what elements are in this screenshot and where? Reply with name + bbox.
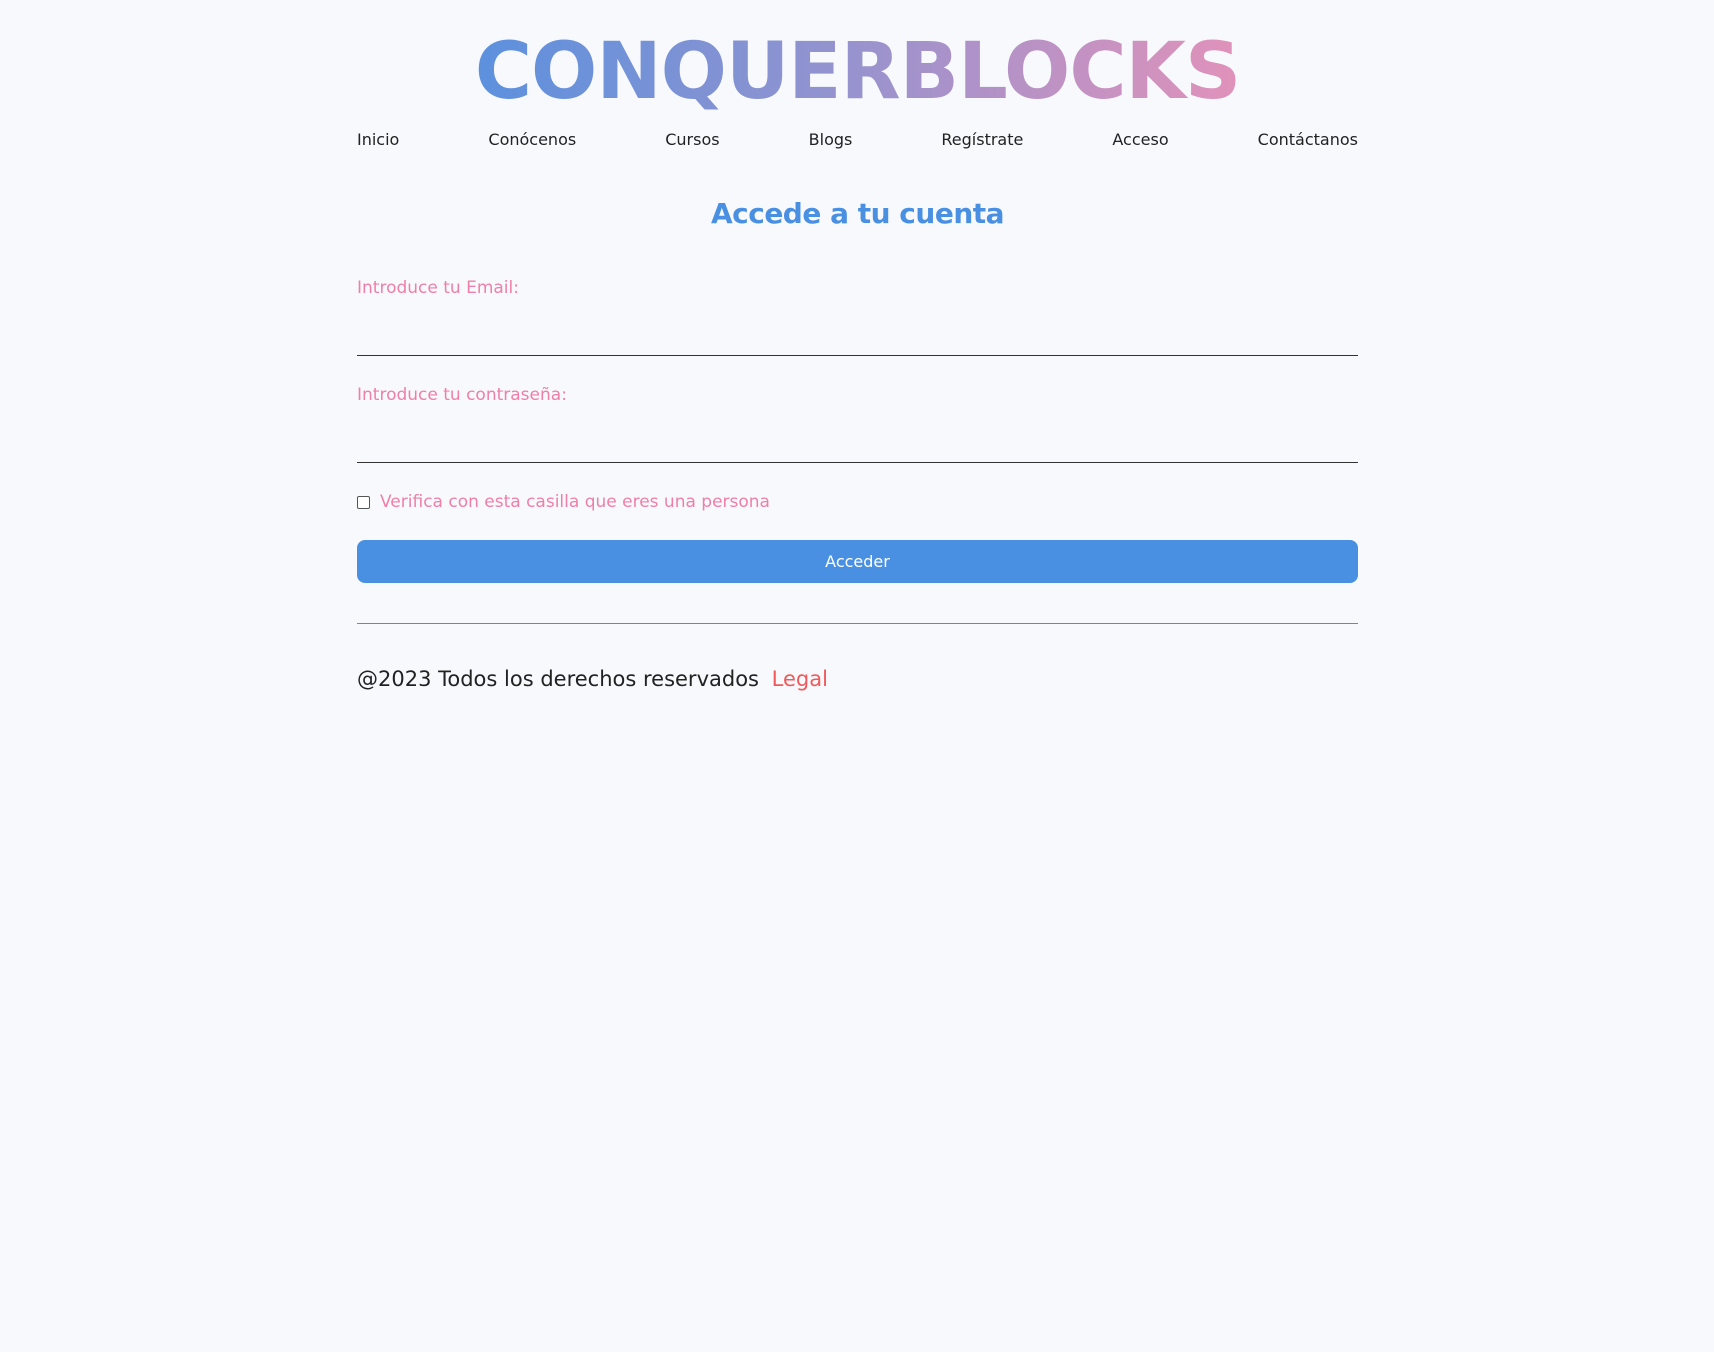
nav-item-registrate[interactable]: Regístrate [941, 128, 1023, 152]
copyright-text: @2023 Todos los derechos reservados [357, 667, 759, 691]
nav-item-inicio[interactable]: Inicio [357, 128, 399, 152]
footer-divider [357, 623, 1358, 624]
nav-item-cursos[interactable]: Cursos [665, 128, 719, 152]
password-label: Introduce tu contraseña: [357, 385, 567, 405]
human-verification-checkbox[interactable] [357, 495, 370, 509]
email-field[interactable] [357, 316, 1358, 356]
password-field[interactable] [357, 423, 1358, 463]
human-verification-label[interactable]: Verifica con esta casilla que eres una p… [380, 490, 770, 514]
site-logo[interactable]: CONQUERBLOCKS [357, 20, 1358, 124]
page-title: Accede a tu cuenta [710, 197, 1005, 230]
footer: @2023 Todos los derechos reservados Lega… [357, 664, 828, 694]
email-label: Introduce tu Email: [357, 278, 519, 298]
legal-link[interactable]: Legal [772, 667, 828, 691]
nav-item-blogs[interactable]: Blogs [809, 128, 853, 152]
nav-item-contactanos[interactable]: Contáctanos [1258, 128, 1358, 152]
nav-item-conocenos[interactable]: Conócenos [488, 128, 576, 152]
login-button[interactable]: Acceder [357, 540, 1358, 583]
main-nav: Inicio Conócenos Cursos Blogs Regístrate… [357, 128, 1358, 152]
human-verification-row: Verifica con esta casilla que eres una p… [357, 490, 770, 514]
nav-item-acceso[interactable]: Acceso [1112, 128, 1168, 152]
